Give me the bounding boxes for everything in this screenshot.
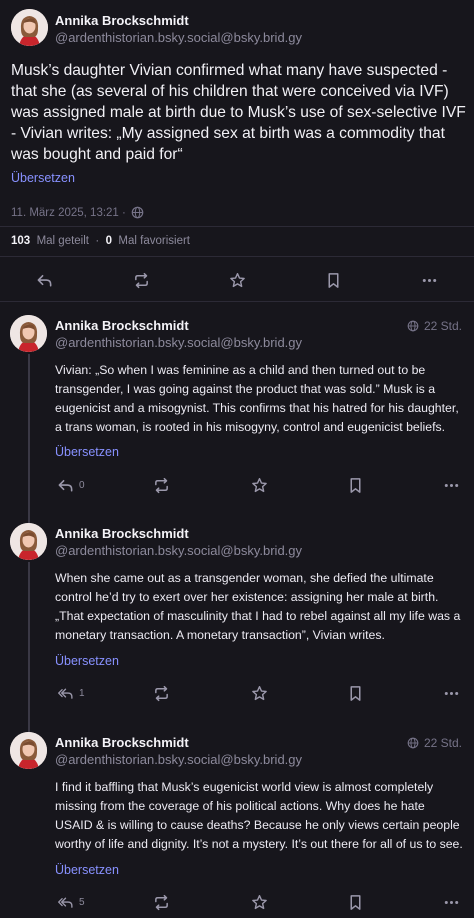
globe-icon [407, 320, 419, 332]
favorite-button[interactable] [251, 475, 268, 495]
reply-all-button[interactable]: 1 [57, 683, 85, 703]
favorites-label[interactable]: Mal favorisiert [118, 235, 190, 247]
reply-count: 0 [79, 479, 85, 491]
bookmark-button[interactable] [347, 683, 364, 703]
boost-button[interactable] [153, 475, 170, 495]
translate-link[interactable]: Übersetzen [55, 863, 119, 877]
reply-all-button[interactable]: 5 [57, 892, 85, 912]
reply-text: Vivian: „So when I was feminine as a chi… [55, 363, 459, 434]
reply-text: When she came out as a transgender woman… [55, 571, 461, 642]
reply-count: 5 [79, 896, 85, 908]
reply-button[interactable]: 0 [57, 475, 85, 495]
boost-icon [155, 477, 168, 493]
reply-actions: 1 [0, 683, 474, 703]
bookmark-icon [350, 685, 361, 701]
favorites-count[interactable]: 0 [106, 235, 112, 247]
boost-button[interactable] [133, 270, 150, 290]
more-icon [444, 900, 459, 904]
reply-count: 1 [79, 687, 85, 699]
avatar[interactable] [10, 523, 47, 560]
post-stats: 103 Mal geteilt · 0 Mal favorisiert [11, 235, 190, 247]
time-label: 22 Std. [423, 319, 462, 333]
reply-text: I find it baffling that Musk’s eugenicis… [55, 780, 463, 851]
reply-actions: 0 [0, 475, 474, 495]
post-text: Musk’s daughter Vivian confirmed what ma… [11, 62, 466, 163]
author-name[interactable]: Annika Brockschmidt [55, 735, 189, 750]
reply-time[interactable]: 22 Std. [407, 319, 462, 333]
author-handle[interactable]: @ardenthistorian.bsky.social@bsky.brid.g… [55, 335, 302, 350]
avatar[interactable] [10, 732, 47, 769]
author-handle[interactable]: @ardenthistorian.bsky.social@bsky.brid.g… [55, 30, 302, 45]
star-icon [252, 685, 267, 700]
boost-icon [135, 272, 148, 288]
globe-icon [407, 737, 419, 749]
translate-link[interactable]: Übersetzen [55, 445, 119, 459]
favorite-button[interactable] [229, 270, 246, 290]
divider [0, 256, 474, 257]
favorite-button[interactable] [251, 683, 268, 703]
more-icon [444, 483, 459, 487]
more-icon [422, 278, 437, 282]
star-icon [230, 272, 245, 287]
reply-all-icon [58, 897, 73, 908]
bookmark-icon [328, 272, 339, 288]
more-button[interactable] [421, 270, 438, 290]
bookmark-icon [350, 477, 361, 493]
post-actions [0, 270, 474, 290]
boost-button[interactable] [153, 683, 170, 703]
shares-count[interactable]: 103 [11, 235, 30, 247]
reply-post: Annika Brockschmidt @ardenthistorian.bsk… [0, 510, 474, 719]
favorite-button[interactable] [251, 892, 268, 912]
avatar[interactable] [10, 315, 47, 352]
globe-icon [131, 206, 144, 219]
post-timestamp[interactable]: 11. März 2025, 13:21 · [11, 207, 126, 219]
reply-post: Annika Brockschmidt @ardenthistorian.bsk… [0, 302, 474, 510]
more-button[interactable] [443, 683, 460, 703]
stats-separator: · [95, 235, 100, 247]
boost-button[interactable] [153, 892, 170, 912]
reply-actions: 5 [0, 892, 474, 912]
translate-link[interactable]: Übersetzen [11, 171, 75, 185]
boost-icon [155, 685, 168, 701]
main-post: Annika Brockschmidt @ardenthistorian.bsk… [0, 0, 474, 302]
bookmark-button[interactable] [347, 475, 364, 495]
divider [0, 226, 474, 227]
author-name[interactable]: Annika Brockschmidt [55, 13, 189, 28]
reply-time[interactable]: 22 Std. [407, 736, 462, 750]
boost-icon [155, 894, 168, 910]
author-name[interactable]: Annika Brockschmidt [55, 526, 189, 541]
thread-line [28, 510, 30, 523]
more-button[interactable] [443, 892, 460, 912]
reply-button[interactable] [36, 270, 53, 290]
star-icon [252, 477, 267, 492]
author-name[interactable]: Annika Brockschmidt [55, 318, 189, 333]
avatar[interactable] [11, 9, 48, 46]
author-handle[interactable]: @ardenthistorian.bsky.social@bsky.brid.g… [55, 752, 302, 767]
bookmark-button[interactable] [325, 270, 342, 290]
reply-icon [58, 479, 73, 491]
translate-link[interactable]: Übersetzen [55, 654, 119, 668]
shares-label[interactable]: Mal geteilt [37, 235, 89, 247]
reply-post: Annika Brockschmidt @ardenthistorian.bsk… [0, 719, 474, 918]
thread-line [28, 719, 30, 732]
author-handle[interactable]: @ardenthistorian.bsky.social@bsky.brid.g… [55, 543, 302, 558]
reply-icon [37, 274, 52, 286]
bookmark-button[interactable] [347, 892, 364, 912]
bookmark-icon [350, 894, 361, 910]
more-button[interactable] [443, 475, 460, 495]
star-icon [252, 894, 267, 909]
more-icon [444, 691, 459, 695]
reply-all-icon [58, 688, 73, 699]
time-label: 22 Std. [423, 736, 462, 750]
